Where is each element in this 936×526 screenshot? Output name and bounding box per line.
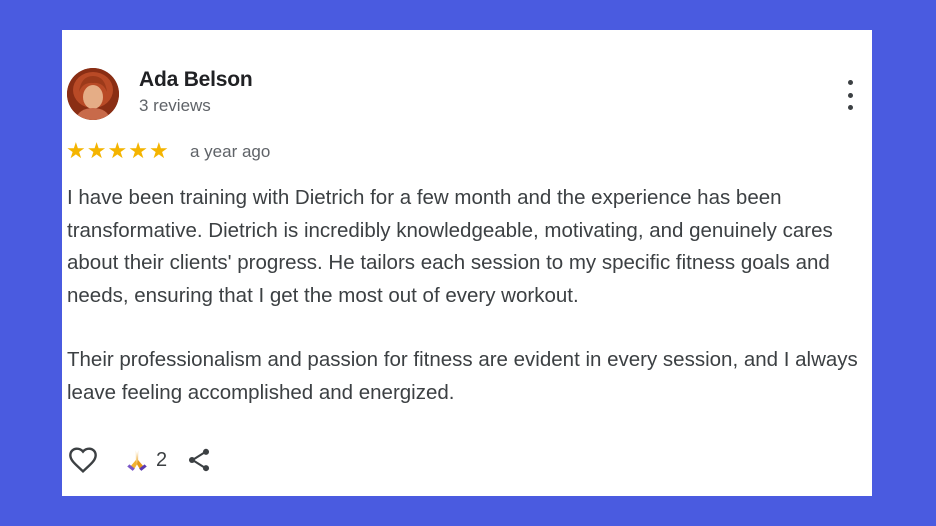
more-vert-icon-dot bbox=[847, 92, 853, 98]
more-options-button[interactable] bbox=[840, 80, 860, 110]
heart-outline-icon bbox=[69, 447, 97, 473]
star-icon: ★ bbox=[66, 138, 86, 163]
star-icon: ★ bbox=[128, 138, 148, 163]
praying-hands-icon bbox=[127, 450, 147, 471]
reaction-count: 2 bbox=[156, 448, 168, 471]
like-button[interactable] bbox=[66, 444, 100, 476]
review-time: a year ago bbox=[190, 142, 271, 161]
share-icon bbox=[189, 448, 210, 472]
more-vert-icon-dot bbox=[847, 105, 853, 110]
share-button[interactable] bbox=[185, 445, 213, 475]
review-paragraph: Their professionalism and passion for fi… bbox=[67, 348, 858, 404]
review-paragraph: I have been training with Dietrich for a… bbox=[67, 186, 833, 307]
author-review-count: 3 reviews bbox=[139, 96, 211, 115]
review-actions: 2 bbox=[66, 444, 213, 476]
review-body: I have been training with Dietrich for a… bbox=[67, 182, 867, 409]
avatar[interactable] bbox=[67, 68, 119, 120]
star-icon: ★ bbox=[148, 138, 169, 163]
reaction-button[interactable]: 2 bbox=[124, 447, 167, 473]
review-card: Ada Belson 3 reviews ★ ★ ★ ★ ★ a year ag… bbox=[62, 30, 872, 496]
star-icon: ★ bbox=[107, 138, 128, 163]
star-icon: ★ bbox=[86, 138, 107, 163]
more-vert-icon-dot bbox=[847, 80, 853, 85]
star-rating: ★ ★ ★ ★ ★ bbox=[66, 138, 169, 164]
author-name[interactable]: Ada Belson bbox=[139, 68, 253, 92]
